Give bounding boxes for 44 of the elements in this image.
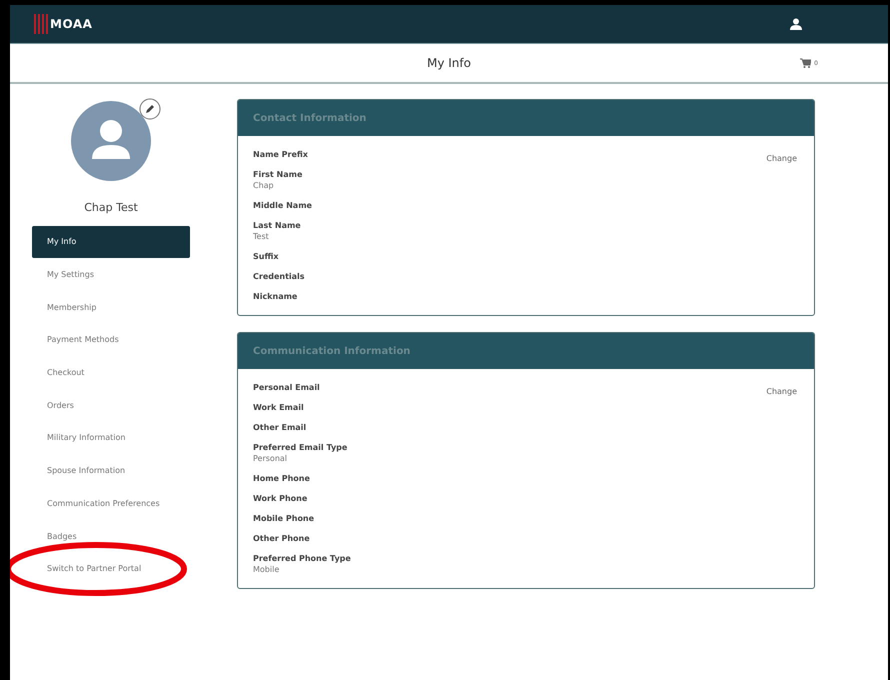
field-label: Personal Email [253, 383, 321, 392]
field-value: Chap [253, 181, 275, 190]
page-title: My Info [427, 56, 471, 70]
stripes-icon [34, 14, 48, 34]
field-value: Personal [253, 454, 288, 463]
card-title: Contact Information [253, 112, 366, 124]
field-label: Credentials [253, 272, 306, 281]
field-value: Mobile [253, 565, 280, 574]
logo[interactable]: MOAA [34, 14, 92, 34]
field-label: Mobile Phone [253, 514, 316, 523]
field-label: Last Name [253, 221, 302, 230]
field-label: Middle Name [253, 201, 312, 210]
sidebar-item[interactable]: Membership [32, 292, 190, 324]
sidebar-item[interactable]: My Info [32, 226, 190, 258]
sidebar-item[interactable]: Orders [32, 390, 190, 422]
field-label: Other Email [253, 423, 308, 432]
avatar-icon [71, 101, 151, 181]
logo-text: MOAA [50, 17, 92, 31]
sidebar-item[interactable]: Checkout [32, 357, 190, 390]
sidebar-item[interactable]: Spouse Information [32, 455, 190, 488]
card-title: Communication Information [253, 346, 410, 356]
field-label: Work Phone [253, 494, 308, 503]
change-link[interactable]: Change [766, 387, 797, 396]
field-label: Work Email [253, 403, 305, 412]
field-label: Other Phone [253, 534, 311, 543]
field-label: Preferred Phone Type [253, 554, 351, 563]
cart-icon[interactable] [800, 58, 812, 68]
edit-icon[interactable] [139, 98, 161, 120]
field-label: Preferred Email Type [253, 443, 348, 452]
sidebar-item[interactable]: My Settings [32, 259, 190, 292]
field-value: Test [253, 232, 270, 241]
user-icon[interactable] [790, 18, 802, 30]
sidebar-item[interactable]: Payment Methods [32, 324, 190, 356]
field-label: Nickname [253, 292, 298, 301]
field-label: First Name [253, 170, 304, 179]
sidebar-item[interactable]: Military Information [32, 422, 190, 454]
sidebar-item[interactable]: Badges [32, 520, 190, 553]
sidebar-item[interactable]: Communication Preferences [32, 488, 190, 520]
change-link[interactable]: Change [766, 154, 797, 163]
profile-name: Chap Test [84, 201, 138, 214]
field-label: Suffix [253, 252, 280, 261]
field-label: Name Prefix [253, 150, 309, 159]
field-label: Home Phone [253, 474, 311, 483]
sidebar-item[interactable]: Switch to Partner Portal [32, 553, 190, 586]
